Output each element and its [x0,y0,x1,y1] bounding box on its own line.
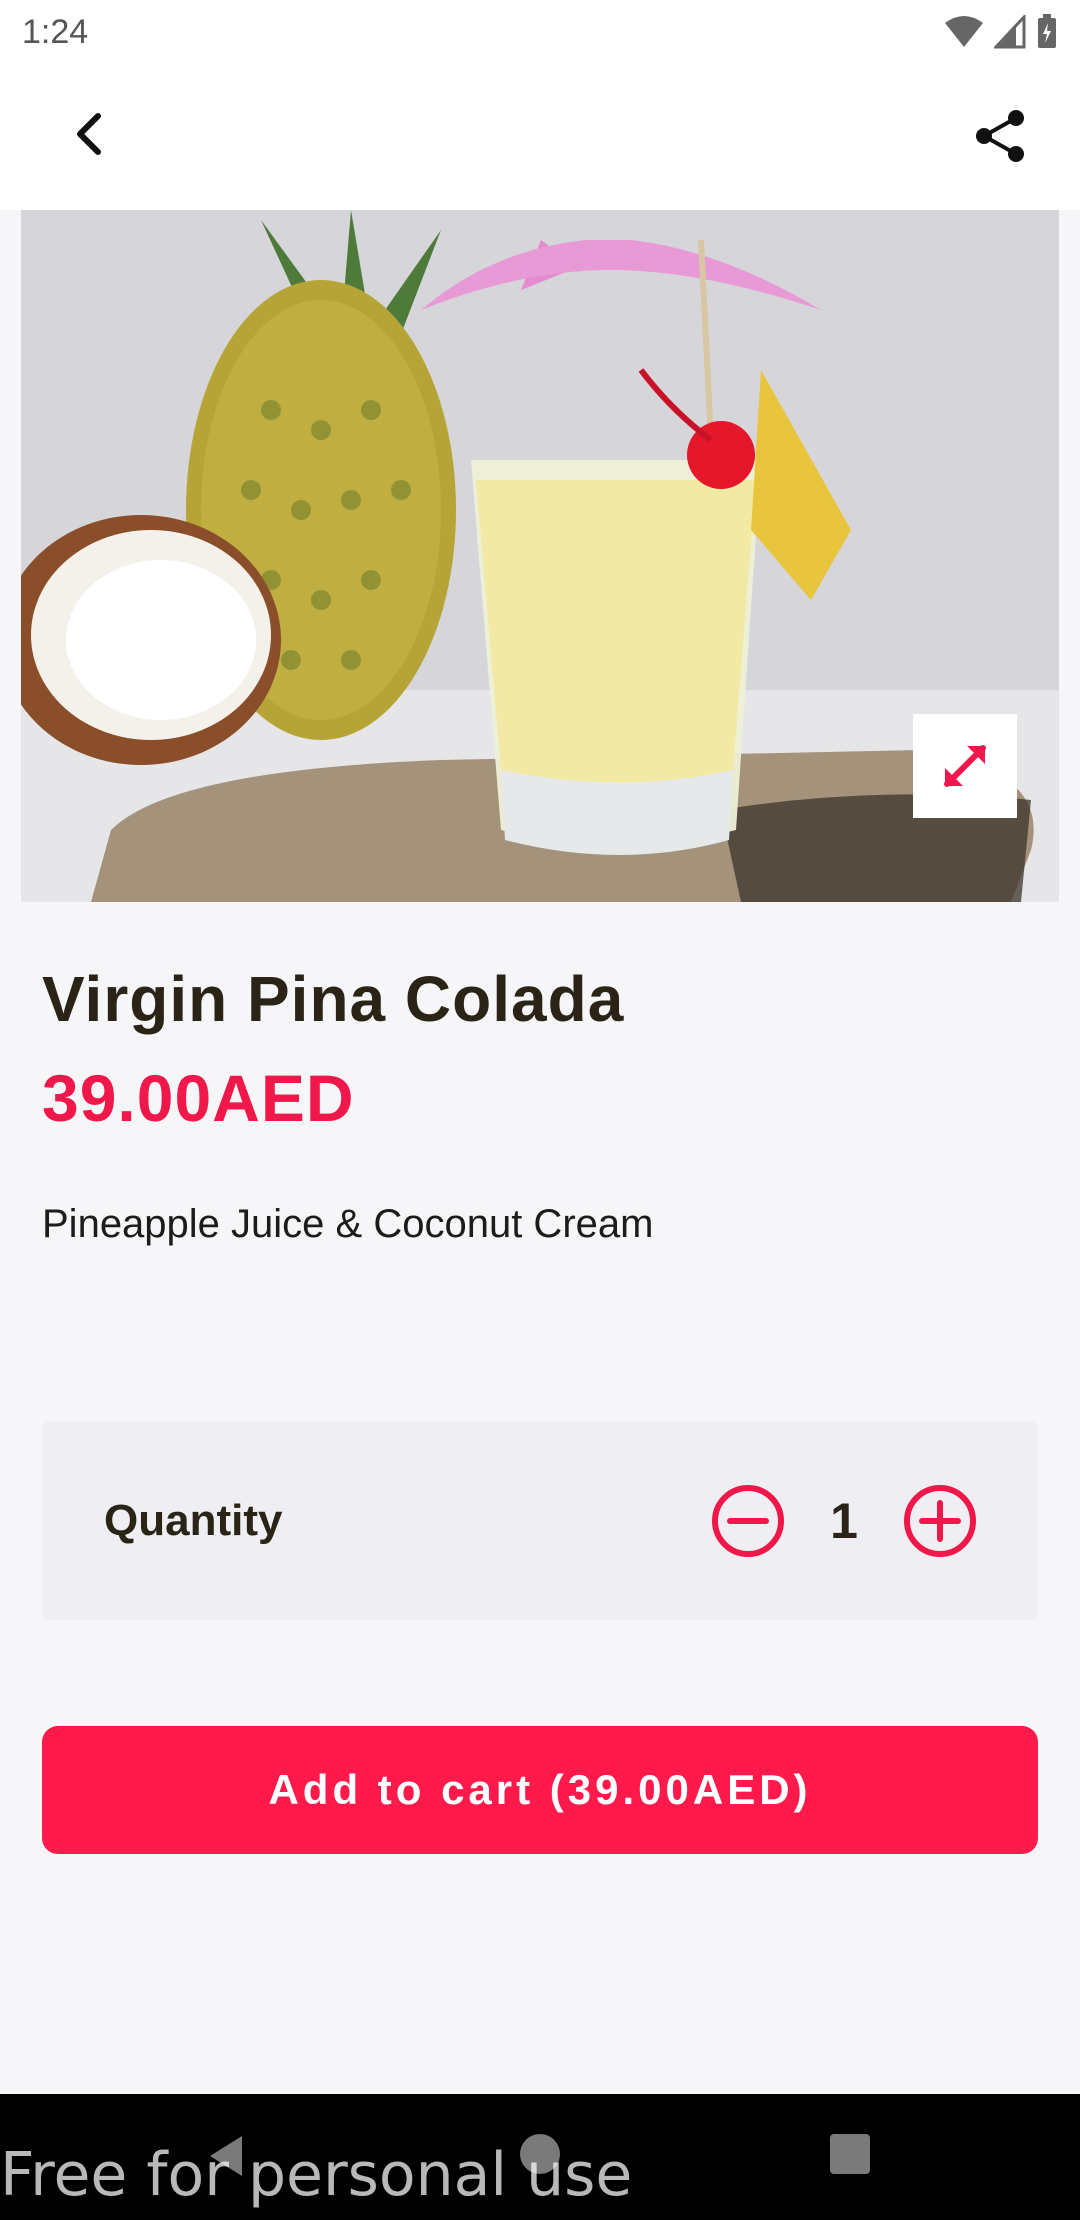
status-icons [944,14,1058,50]
add-to-cart-button[interactable]: Add to cart (39.00AED) [42,1726,1038,1854]
battery-icon [1038,14,1056,48]
status-time: 1:24 [22,12,89,51]
share-button[interactable] [968,104,1032,168]
status-bar: 1:24 [0,0,1080,64]
product-title: Virgin Pina Colada [42,963,625,1035]
product-description: Pineapple Juice & Coconut Cream [42,1202,654,1246]
decrease-quantity-button[interactable] [710,1483,786,1559]
expand-image-button[interactable] [913,714,1017,818]
back-button[interactable] [60,104,120,164]
product-image [21,210,1059,902]
nav-recents-icon[interactable] [830,2134,870,2174]
quantity-value: 1 [830,1493,858,1549]
share-icon [976,110,1024,162]
app-header [0,64,1080,210]
minus-circle-icon [712,1485,784,1557]
quantity-panel: Quantity 1 [42,1422,1038,1620]
chevron-left-icon [77,113,101,155]
watermark: Free for personal use [0,2140,633,2210]
increase-quantity-button[interactable] [902,1483,978,1559]
wifi-icon [945,16,983,47]
plus-circle-icon [904,1485,976,1557]
quantity-label: Quantity [104,1496,283,1545]
product-price: 39.00AED [42,1061,355,1135]
cell-signal-icon [994,15,1026,49]
expand-icon [944,745,986,787]
